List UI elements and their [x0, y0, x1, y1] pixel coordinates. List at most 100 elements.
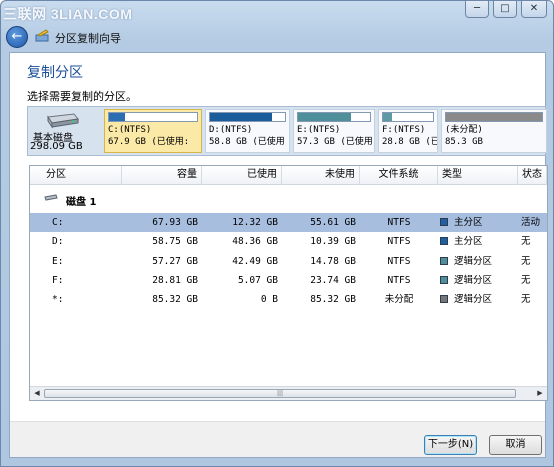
cell-type: 主分区 — [440, 213, 518, 232]
column-header[interactable]: 类型 — [438, 166, 518, 185]
footer: 下一步(N) 取消 — [10, 421, 545, 457]
hard-disk-icon — [47, 113, 79, 129]
close-button[interactable]: ✕ — [521, 1, 547, 18]
cell-free: 10.39 GB — [310, 236, 356, 247]
cell-used: 5.07 GB — [237, 275, 278, 286]
cell-type: 逻辑分区 — [440, 252, 518, 271]
partition-name: C:(NTFS) — [108, 125, 152, 135]
cell-capacity: 85.32 GB — [152, 294, 198, 305]
wizard-window: 三联网 3LIAN.COM ─ □ ✕ ← 分区复制向导 复制分区 选择需要复制… — [0, 0, 554, 467]
type-label: 主分区 — [454, 236, 483, 247]
table-row[interactable]: E: 57.27 GB 42.49 GB 14.78 GB NTFS 逻辑分区 无 — [30, 252, 547, 271]
next-button[interactable]: 下一步(N) — [424, 435, 477, 455]
cell-partition: *: — [52, 294, 64, 305]
window-controls: ─ □ ✕ — [465, 1, 547, 18]
cell-used: 42.49 GB — [232, 256, 278, 267]
partition-cell[interactable]: (未分配) 85.3 GB — [441, 109, 547, 153]
partition-info: 85.3 GB — [445, 137, 483, 147]
table-row[interactable]: F: 28.81 GB 5.07 GB 23.74 GB NTFS 逻辑分区 无 — [30, 271, 547, 290]
table-header: 分区 容量 已使用 未使用 文件系统 类型 状态 — [30, 166, 547, 185]
cell-filesystem: NTFS — [387, 256, 411, 267]
partition-info: 57.3 GB (已使用 — [297, 137, 373, 147]
partition-usage-bar — [297, 112, 371, 122]
cell-partition: D: — [52, 236, 64, 247]
cell-capacity: 57.27 GB — [152, 256, 198, 267]
table-row[interactable]: C: 67.93 GB 12.32 GB 55.61 GB NTFS 主分区 活动 — [30, 213, 547, 232]
partition-usage-bar — [209, 112, 286, 122]
cell-status: 无 — [521, 275, 531, 286]
partition-cell[interactable]: E:(NTFS) 57.3 GB (已使用 — [293, 109, 375, 153]
cell-free: 14.78 GB — [310, 256, 356, 267]
cell-free: 55.61 GB — [310, 217, 356, 228]
partition-cell[interactable]: D:(NTFS) 58.8 GB (已使用 — [205, 109, 290, 153]
cell-filesystem: 未分配 — [384, 294, 414, 305]
partition-info: 28.8 GB (已 — [382, 137, 438, 147]
type-label: 逻辑分区 — [454, 256, 493, 267]
partition-usage-bar — [108, 112, 198, 122]
type-color-swatch — [440, 276, 448, 284]
type-color-swatch — [440, 257, 448, 265]
cell-used: 12.32 GB — [232, 217, 278, 228]
partition-info: 67.9 GB (已使用: — [108, 137, 190, 147]
partition-info: 58.8 GB (已使用 — [209, 137, 285, 147]
column-header[interactable]: 已使用 — [202, 166, 282, 185]
cell-used: 48.36 GB — [232, 236, 278, 247]
partition-name: D:(NTFS) — [209, 125, 253, 135]
cell-status: 活动 — [521, 217, 541, 228]
cell-used: 0 B — [260, 294, 278, 305]
cell-partition: F: — [52, 275, 64, 286]
cell-capacity: 58.75 GB — [152, 236, 198, 247]
column-header[interactable]: 容量 — [122, 166, 202, 185]
minimize-button[interactable]: ─ — [465, 1, 489, 18]
partition-cell[interactable]: F:(NTFS) 28.8 GB (已 — [378, 109, 438, 153]
scroll-right-icon[interactable]: ▶ — [534, 388, 546, 399]
instruction-text: 选择需要复制的分区。 — [27, 90, 137, 103]
table-row[interactable]: *: 85.32 GB 0 B 85.32 GB 未分配 逻辑分区 无 — [30, 290, 547, 309]
partition-name: E:(NTFS) — [297, 125, 341, 135]
type-color-swatch — [440, 218, 448, 226]
back-arrow-icon[interactable]: ← — [6, 26, 28, 48]
cell-filesystem: NTFS — [387, 236, 411, 247]
type-color-swatch — [440, 295, 448, 303]
cell-type: 逻辑分区 — [440, 290, 518, 309]
maximize-button[interactable]: □ — [493, 1, 517, 18]
page-heading: 复制分区 — [27, 65, 83, 81]
column-header[interactable]: 状态 — [518, 166, 547, 185]
cell-free: 85.32 GB — [310, 294, 356, 305]
disk-map: 基本磁盘 298.09 GB C:(NTFS) 67.9 GB (已使用: D:(N… — [27, 106, 547, 156]
disk-group-label: 磁盘 1 — [66, 197, 97, 208]
cell-type: 逻辑分区 — [440, 271, 518, 290]
partition-cell[interactable]: C:(NTFS) 67.9 GB (已使用: — [104, 109, 202, 153]
table-row[interactable]: D: 58.75 GB 48.36 GB 10.39 GB NTFS 主分区 无 — [30, 232, 547, 251]
disk-small-icon — [44, 194, 58, 201]
disk-size: 298.09 GB — [30, 141, 83, 152]
cell-partition: C: — [52, 217, 64, 228]
cell-type: 主分区 — [440, 232, 518, 251]
scroll-thumb[interactable]: ||| — [44, 389, 516, 398]
column-header[interactable]: 未使用 — [282, 166, 360, 185]
cell-filesystem: NTFS — [387, 275, 411, 286]
partition-table: 分区 容量 已使用 未使用 文件系统 类型 状态 磁盘 1 C: 67.93 GB 12.32 … — [29, 165, 548, 401]
type-label: 主分区 — [454, 217, 483, 228]
cell-capacity: 67.93 GB — [152, 217, 198, 228]
cell-status: 无 — [521, 256, 531, 267]
cancel-button[interactable]: 取消 — [489, 435, 542, 455]
wizard-title: 分区复制向导 — [55, 32, 121, 45]
type-label: 逻辑分区 — [454, 294, 493, 305]
cell-capacity: 28.81 GB — [152, 275, 198, 286]
column-header[interactable]: 分区 — [30, 166, 122, 185]
watermark: 三联网 3LIAN.COM — [3, 6, 133, 22]
type-color-swatch — [440, 237, 448, 245]
cell-filesystem: NTFS — [387, 217, 411, 228]
cell-status: 无 — [521, 294, 531, 305]
cell-partition: E: — [52, 256, 64, 267]
horizontal-scrollbar[interactable]: ◀ ||| ▶ — [30, 386, 547, 400]
cell-status: 无 — [521, 236, 531, 247]
partition-name: (未分配) — [445, 125, 483, 135]
content-panel: 复制分区 选择需要复制的分区。 基本磁盘 298.09 GB C:(NTFS) 6… — [9, 52, 548, 458]
scroll-left-icon[interactable]: ◀ — [31, 388, 43, 399]
disk-cell[interactable]: 基本磁盘 298.09 GB — [30, 109, 100, 153]
partition-usage-bar — [445, 112, 543, 122]
wizard-icon — [35, 29, 49, 42]
column-header[interactable]: 文件系统 — [360, 166, 438, 185]
